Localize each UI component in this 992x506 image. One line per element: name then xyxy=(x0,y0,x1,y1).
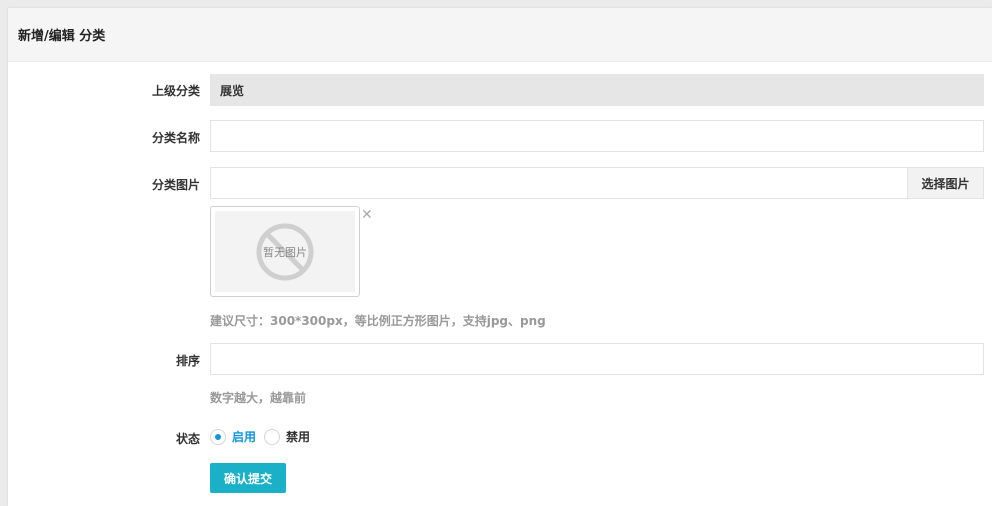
status-enabled-radio[interactable] xyxy=(210,428,226,445)
sort-hint: 数字越大，越靠前 xyxy=(210,391,307,405)
no-image-text: 暂无图片 xyxy=(263,245,307,259)
select-image-button[interactable]: 选择图片 xyxy=(908,167,984,199)
category-form-panel: 新增/编辑 分类 上级分类 展览 分类名称 分类图片 选择图片 暂无图片 ✕ 建… xyxy=(8,8,992,506)
sort-input[interactable] xyxy=(210,343,984,375)
status-enabled-label[interactable]: 启用 xyxy=(232,428,256,445)
panel-title: 新增/编辑 分类 xyxy=(8,8,992,62)
parent-category-label: 上级分类 xyxy=(151,84,200,98)
image-preview: 暂无图片 xyxy=(210,206,360,297)
remove-image-icon[interactable]: ✕ xyxy=(361,208,373,222)
status-disabled-radio[interactable] xyxy=(264,428,281,445)
category-name-label: 分类名称 xyxy=(151,131,200,145)
status-label: 状态 xyxy=(175,432,200,446)
image-placeholder: 暂无图片 xyxy=(215,211,355,292)
sort-label: 排序 xyxy=(175,354,200,368)
parent-category-value: 展览 xyxy=(210,74,984,106)
category-image-label: 分类图片 xyxy=(151,178,200,192)
category-image-input[interactable] xyxy=(210,167,908,199)
status-disabled-label[interactable]: 禁用 xyxy=(286,428,310,445)
submit-button[interactable]: 确认提交 xyxy=(210,463,286,493)
image-size-hint: 建议尺寸：300*300px，等比例正方形图片，支持jpg、png xyxy=(210,314,546,328)
status-radio-group: 启用 禁用 xyxy=(210,428,310,445)
category-name-input[interactable] xyxy=(210,120,984,152)
